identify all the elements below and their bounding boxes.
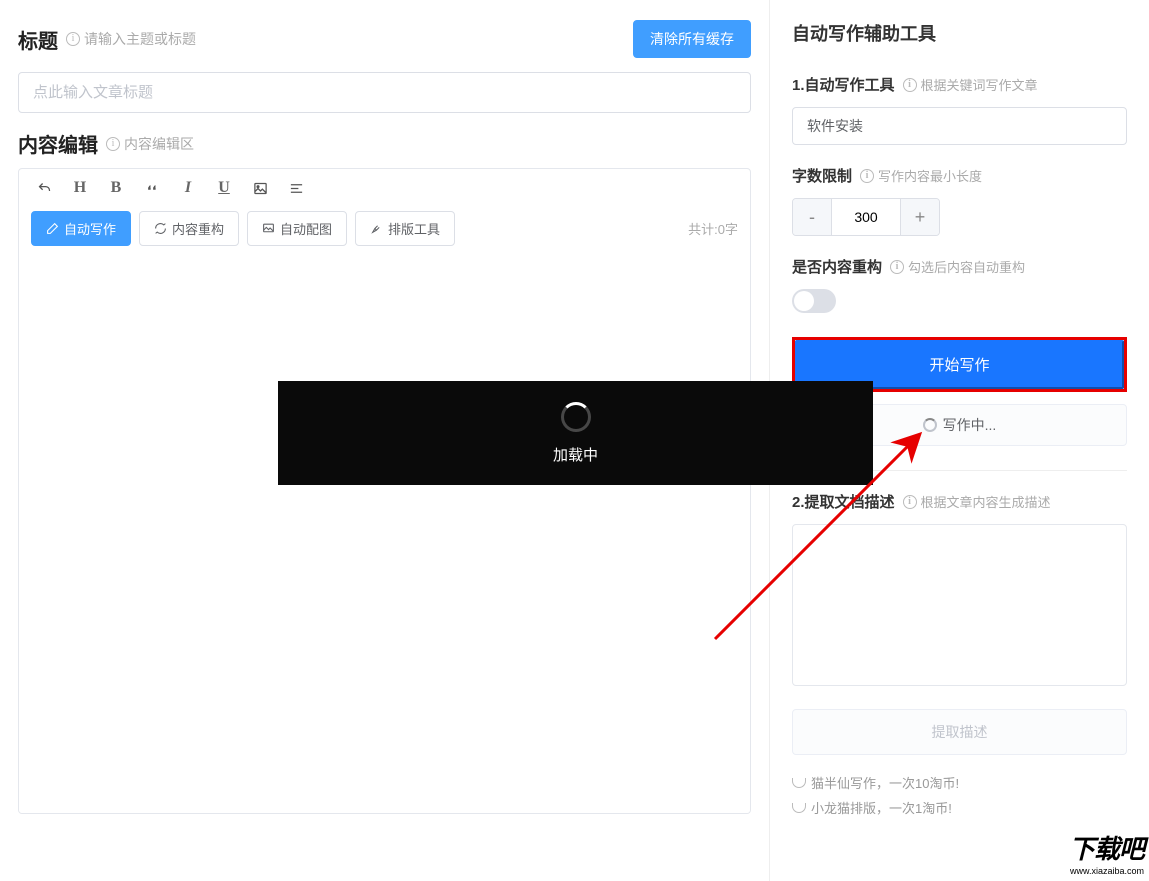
layout-tool-button[interactable]: 排版工具 [355,211,455,246]
editor-toolbar: H B I U [19,169,750,204]
align-icon[interactable] [285,177,307,199]
italic-icon[interactable]: I [177,177,199,199]
loading-text: 加载中 [553,444,598,465]
footer-note-2: 小龙猫排版，一次1淘币! [811,798,952,817]
section1-hint: 根据关键词写作文章 [921,75,1038,94]
bowl-icon [792,803,806,813]
description-textarea[interactable] [792,524,1127,686]
heading-icon[interactable]: H [69,177,91,199]
clear-cache-button[interactable]: 清除所有缓存 [633,20,751,58]
content-section-label: 内容编辑 [18,129,98,158]
loading-overlay: 加载中 [278,381,873,485]
editor-toolbar-actions: 自动写作 内容重构 自动配图 排版工具 共计:0字 [19,204,750,253]
footer-note-1: 猫半仙写作，一次10淘币! [811,773,959,792]
section2-hint: 根据文章内容生成描述 [921,492,1051,511]
keyword-input[interactable] [792,107,1127,145]
sidebar-heading: 自动写作辅助工具 [792,20,1127,46]
title-section-label: 标题 [18,25,58,54]
spinner-icon [923,418,937,432]
watermark: 下载吧 www.xiazaiba.com [1069,829,1144,876]
layout-tool-label: 排版工具 [388,219,440,238]
info-icon: i [66,32,80,46]
editor-body[interactable] [19,253,750,813]
info-icon: i [860,169,874,183]
char-count: 共计:0字 [688,219,738,238]
restructure-hint: 勾选后内容自动重构 [908,257,1025,276]
auto-write-label: 自动写作 [64,219,116,238]
bowl-icon [792,778,806,788]
section2-label: 2.提取文档描述 [792,491,895,512]
extract-description-button[interactable]: 提取描述 [792,709,1127,755]
watermark-main: 下载吧 [1069,834,1144,864]
stepper-minus-button[interactable]: - [793,199,831,235]
info-icon: i [106,137,120,151]
editor: H B I U 自动写作 [18,168,751,814]
section1-label: 1.自动写作工具 [792,74,895,95]
title-input[interactable] [18,72,751,113]
restructure-switch[interactable] [792,289,836,313]
quote-icon[interactable] [141,177,163,199]
info-icon: i [903,495,917,509]
word-limit-hint: 写作内容最小长度 [878,166,982,185]
content-restructure-label: 内容重构 [172,219,224,238]
word-limit-label: 字数限制 [792,165,852,186]
content-hint: 内容编辑区 [124,134,194,154]
stepper-plus-button[interactable]: + [901,199,939,235]
spinner-icon [561,402,591,432]
info-icon: i [890,260,904,274]
bold-icon[interactable]: B [105,177,127,199]
image-icon[interactable] [249,177,271,199]
auto-image-label: 自动配图 [280,219,332,238]
restructure-label: 是否内容重构 [792,256,882,277]
auto-write-button[interactable]: 自动写作 [31,211,131,246]
word-limit-stepper: - + [792,198,940,236]
watermark-sub: www.xiazaiba.com [1069,866,1144,876]
underline-icon[interactable]: U [213,177,235,199]
writing-status-label: 写作中... [943,415,997,435]
info-icon: i [903,78,917,92]
stepper-input[interactable] [831,199,901,235]
undo-icon[interactable] [33,177,55,199]
title-hint: 请输入主题或标题 [84,29,196,49]
auto-image-button[interactable]: 自动配图 [247,211,347,246]
content-restructure-button[interactable]: 内容重构 [139,211,239,246]
